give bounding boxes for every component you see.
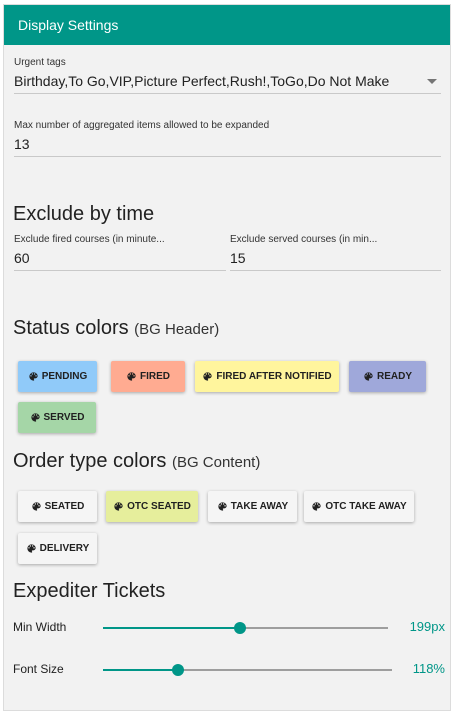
urgent-tags-label: Urgent tags	[14, 57, 66, 68]
chip-label: DELIVERY	[39, 543, 90, 554]
urgent-tags-value: Birthday,To Go,VIP,Picture Perfect,Rush!…	[14, 73, 390, 89]
palette-icon	[311, 501, 322, 512]
order-type-colors-title: Order type colors	[13, 450, 167, 472]
min-width-row: Min Width 199px	[13, 616, 445, 640]
order-type-colors-subtitle: (BG Content)	[171, 454, 261, 471]
chip-otc-take-away[interactable]: OTC TAKE AWAY	[304, 491, 414, 522]
chip-label: PENDING	[41, 371, 88, 382]
max-aggregated-field[interactable]: Max number of aggregated items allowed t…	[14, 120, 441, 157]
urgent-tags-select[interactable]: Birthday,To Go,VIP,Picture Perfect,Rush!…	[14, 68, 441, 94]
chip-fired[interactable]: FIRED	[111, 361, 185, 392]
font-size-value: 118%	[412, 661, 445, 676]
chip-label: TAKE AWAY	[230, 501, 289, 512]
exclude-fired-label: Exclude fired courses (in minute...	[14, 234, 165, 245]
chip-label: FIRED AFTER NOTIFIED	[216, 371, 332, 382]
exclude-fired-input[interactable]: 60	[14, 245, 226, 271]
max-aggregated-input[interactable]: 13	[14, 131, 441, 157]
max-aggregated-label: Max number of aggregated items allowed t…	[14, 120, 270, 131]
chip-take-away[interactable]: TAKE AWAY	[208, 491, 297, 522]
palette-icon	[126, 371, 137, 382]
exclude-fired-field[interactable]: Exclude fired courses (in minute... 60	[14, 234, 226, 271]
palette-icon	[26, 543, 37, 554]
chip-label: OTC TAKE AWAY	[325, 501, 407, 512]
panel-header: Display Settings	[4, 5, 450, 45]
chip-label: OTC SEATED	[127, 501, 191, 512]
min-width-label: Min Width	[13, 620, 67, 634]
min-width-slider-fill	[103, 627, 240, 629]
chip-pending[interactable]: PENDING	[18, 361, 97, 392]
palette-icon	[217, 501, 228, 512]
status-colors-title: Status colors	[13, 317, 129, 339]
chip-label: SERVED	[43, 412, 85, 423]
status-colors-subtitle: (BG Header)	[134, 321, 220, 338]
palette-icon	[30, 412, 41, 423]
order-type-colors-heading: Order type colors (BG Content)	[13, 450, 260, 473]
urgent-tags-field[interactable]: Urgent tags Birthday,To Go,VIP,Picture P…	[14, 57, 441, 94]
font-size-slider-fill	[103, 669, 178, 671]
font-size-label: Font Size	[13, 662, 64, 676]
palette-icon	[202, 371, 213, 382]
chip-label: READY	[376, 371, 412, 382]
chip-served[interactable]: SERVED	[18, 402, 96, 433]
exclude-served-field[interactable]: Exclude served courses (in min... 15	[230, 234, 441, 271]
exclude-served-label: Exclude served courses (in min...	[230, 234, 378, 245]
expediter-tickets-heading: Expediter Tickets	[13, 580, 166, 602]
chip-ready[interactable]: READY	[349, 361, 426, 392]
chip-label: FIRED	[140, 371, 170, 382]
font-size-row: Font Size 118%	[13, 658, 445, 682]
chip-delivery[interactable]: DELIVERY	[18, 533, 97, 564]
min-width-value: 199px	[409, 619, 445, 634]
palette-icon	[113, 501, 124, 512]
exclude-by-time-heading: Exclude by time	[13, 203, 155, 225]
chip-fired-after-notified[interactable]: FIRED AFTER NOTIFIED	[195, 361, 339, 392]
palette-icon	[28, 371, 39, 382]
palette-icon	[31, 501, 42, 512]
exclude-served-input[interactable]: 15	[230, 245, 441, 271]
chip-otc-seated[interactable]: OTC SEATED	[106, 491, 198, 522]
status-colors-heading: Status colors (BG Header)	[13, 317, 219, 340]
palette-icon	[363, 371, 374, 382]
display-settings-panel: Display Settings Urgent tags Birthday,To…	[3, 4, 451, 711]
chip-label: SEATED	[44, 501, 85, 512]
min-width-slider-thumb[interactable]	[234, 622, 246, 634]
font-size-slider-thumb[interactable]	[172, 664, 184, 676]
dropdown-arrow-icon[interactable]	[427, 79, 437, 84]
chip-seated[interactable]: SEATED	[18, 491, 97, 522]
